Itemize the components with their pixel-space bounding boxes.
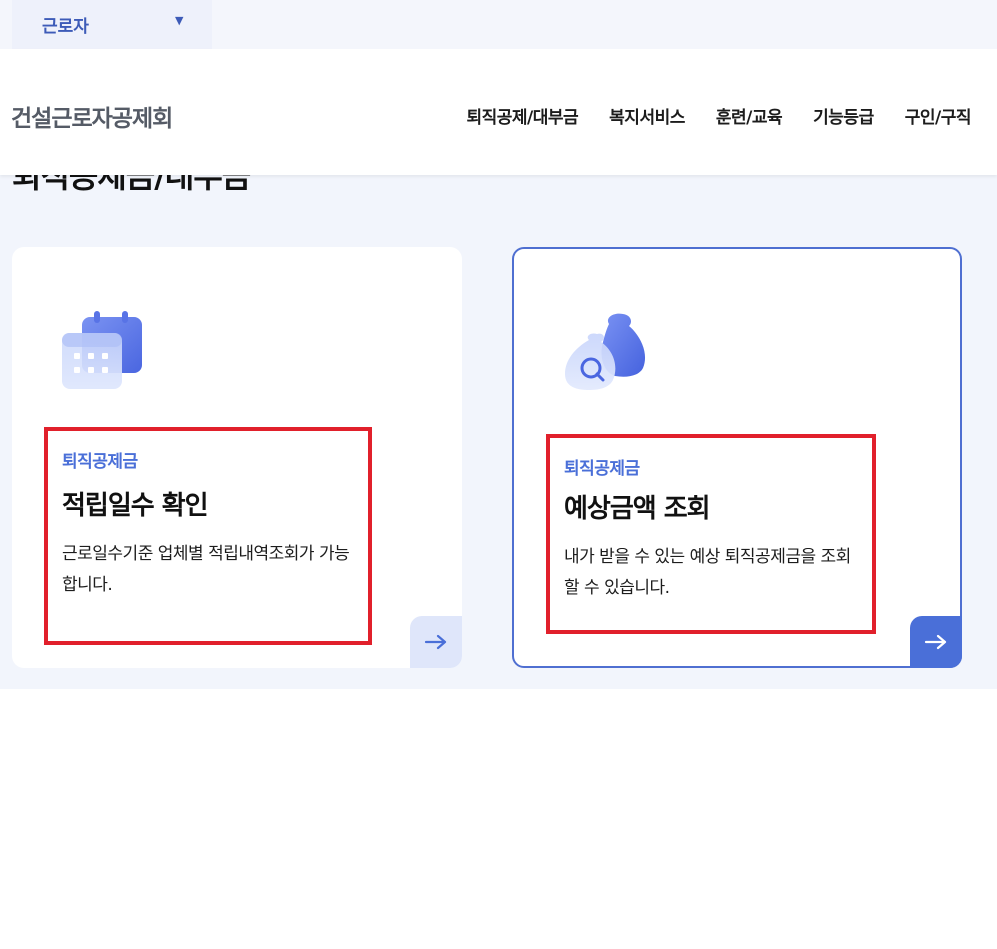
main-nav: 퇴직공제/대부금 복지서비스 훈련/교육 기능등급 구인/구직: [435, 103, 971, 128]
user-type-select[interactable]: 근로자 ▼: [12, 0, 212, 49]
nav-item-training[interactable]: 훈련/교육: [716, 103, 783, 128]
calendar-icon: [62, 311, 142, 389]
page-title: 퇴직공제금/대부금: [12, 175, 251, 195]
site-header: 건설근로자공제회 퇴직공제/대부금 복지서비스 훈련/교육 기능등급 구인/구직: [0, 49, 997, 175]
nav-item-jobs[interactable]: 구인/구직: [905, 103, 972, 128]
money-bag-search-icon: [565, 313, 646, 390]
nav-item-welfare[interactable]: 복지서비스: [609, 103, 685, 128]
card-arrow-button[interactable]: [910, 616, 962, 668]
caret-down-icon: ▼: [175, 14, 184, 27]
card-category: 퇴직공제금: [564, 459, 640, 479]
card-title: 적립일수 확인: [62, 491, 209, 521]
highlight-box: 퇴직공제금 적립일수 확인 근로일수기준 업체별 적립내역조회가 가능합니다.: [44, 427, 372, 645]
arrow-right-icon: [424, 634, 447, 650]
card-title: 예상금액 조회: [564, 494, 711, 524]
card-description: 내가 받을 수 있는 예상 퇴직공제금을 조회할 수 있습니다.: [564, 547, 851, 598]
top-bar: 근로자 ▼: [0, 0, 997, 49]
card-category: 퇴직공제금: [62, 452, 138, 472]
card-expected-amount[interactable]: 퇴직공제금 예상금액 조회 내가 받을 수 있는 예상 퇴직공제금을 조회할 수…: [512, 247, 962, 668]
card-description: 근로일수기준 업체별 적립내역조회가 가능합니다.: [62, 544, 350, 595]
highlight-box: 퇴직공제금 예상금액 조회 내가 받을 수 있는 예상 퇴직공제금을 조회할 수…: [546, 434, 876, 634]
site-logo[interactable]: 건설근로자공제회: [11, 99, 173, 133]
nav-item-skill-grade[interactable]: 기능등급: [813, 103, 874, 128]
user-type-label: 근로자: [42, 17, 89, 37]
card-arrow-button[interactable]: [410, 616, 462, 668]
arrow-right-icon: [924, 634, 947, 650]
card-accumulated-days[interactable]: 퇴직공제금 적립일수 확인 근로일수기준 업체별 적립내역조회가 가능합니다.: [12, 247, 462, 668]
main-content: 퇴직공제금/대부금 퇴직공제금 적립일수 확인 근로일수기준 업체별 적립내역조…: [0, 175, 997, 689]
nav-item-retirement[interactable]: 퇴직공제/대부금: [466, 103, 578, 128]
